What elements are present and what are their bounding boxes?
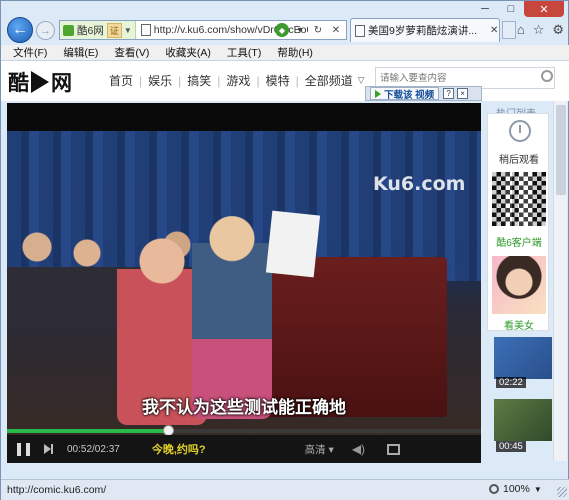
time-display: 00:52/02:37 (67, 443, 120, 455)
status-url: http://comic.ku6.com/ (7, 484, 107, 496)
nav-separator: | (256, 73, 260, 88)
menu-tools[interactable]: 工具(T) (227, 45, 261, 60)
video-paper (265, 210, 321, 278)
menu-edit[interactable]: 编辑(E) (63, 45, 98, 60)
menu-favorites[interactable]: 收藏夹(A) (165, 45, 211, 60)
play-icon (375, 89, 381, 98)
site-logo[interactable]: 酷 网 (8, 67, 72, 97)
chevron-down-icon: ▼ (123, 25, 132, 35)
tab-favicon-icon (355, 24, 365, 37)
zoom-level: 100% (503, 483, 530, 495)
beauty-thumbnail[interactable] (492, 256, 546, 314)
client-download-label[interactable]: 酷6客户端 (488, 234, 550, 249)
scroll-thumb[interactable] (556, 105, 566, 195)
stop-icon[interactable]: ✕ (329, 23, 343, 37)
status-bar: http://comic.ku6.com/ 100% ▼ (1, 479, 569, 500)
volume-icon[interactable]: ◀) (352, 442, 365, 456)
related-video-thumb[interactable] (494, 399, 552, 441)
page-scrollbar[interactable] (553, 101, 567, 461)
address-bar[interactable]: 酷6网 证 ▼ http://v.ku6.com/show/vDr6mcEo0-… (59, 20, 347, 40)
nav-entertainment[interactable]: 娱乐 (148, 72, 172, 89)
chevron-down-icon[interactable]: ▼ (534, 485, 542, 494)
next-button[interactable] (44, 444, 53, 454)
nav-separator: | (139, 73, 143, 88)
clock-icon[interactable] (509, 120, 531, 142)
quality-selector[interactable]: 高清 ▾ (305, 442, 334, 457)
thumb-duration: 02:22 (496, 377, 526, 388)
new-tab-button[interactable] (502, 21, 516, 39)
watch-later-label[interactable]: 稍后观看 (488, 151, 550, 166)
nav-separator: | (295, 73, 299, 88)
download-label: 下载该 视频 (384, 89, 435, 101)
menu-bar: 文件(F) 编辑(E) 查看(V) 收藏夹(A) 工具(T) 帮助(H) (1, 45, 569, 61)
logo-text-left: 酷 (8, 71, 29, 95)
favorites-star-icon[interactable]: ☆ (533, 22, 545, 38)
certificate-badge: 证 (106, 22, 122, 38)
help-icon[interactable]: ? (443, 88, 455, 99)
video-girl (192, 199, 272, 419)
logo-text-right: 网 (51, 71, 72, 95)
nav-games[interactable]: 游戏 (226, 72, 250, 89)
promo-link[interactable]: 今晚,约吗? (152, 441, 206, 457)
pause-button[interactable] (17, 442, 30, 456)
zoom-control[interactable]: 100% ▼ (489, 483, 542, 495)
browser-window: ─ □ ✕ ← → 酷6网 证 ▼ http://v.ku6.com/show/… (0, 0, 569, 500)
related-video-thumb[interactable] (494, 337, 552, 379)
video-subtitle: 我不认为这些测试能正确地 (142, 398, 346, 417)
menu-view[interactable]: 查看(V) (114, 45, 149, 60)
download-video-button[interactable]: 下载该 视频 (370, 87, 440, 101)
refresh-icon[interactable]: ↻ (311, 23, 325, 37)
video-frame[interactable]: Ku6.com 我不认为这些测试能正确地 (7, 131, 481, 457)
zoom-icon (489, 484, 499, 494)
close-icon[interactable]: × (457, 88, 469, 99)
site-chip-label: 酷6网 (77, 24, 104, 37)
logo-play-icon (31, 71, 49, 93)
compatibility-icon[interactable]: ◆ (275, 23, 289, 37)
video-watermark: Ku6.com (373, 173, 466, 195)
back-button[interactable]: ← (7, 17, 33, 43)
chevron-down-icon[interactable]: ▽ (358, 75, 365, 86)
nav-separator: | (217, 73, 221, 88)
thumb-duration: 00:45 (496, 441, 526, 452)
progress-fill (7, 429, 168, 433)
tab-close-icon[interactable]: ✕ (490, 25, 498, 36)
video-player[interactable]: Ku6.com 我不认为这些测试能正确地 00:52/02:37 今晚,约吗? … (7, 103, 481, 463)
address-row: ← → 酷6网 证 ▼ http://v.ku6.com/show/vDr6mc… (1, 15, 569, 45)
progress-bar[interactable] (7, 425, 481, 436)
menu-file[interactable]: 文件(F) (13, 45, 47, 60)
menu-help[interactable]: 帮助(H) (277, 45, 313, 60)
qr-code-icon (492, 172, 546, 226)
nav-home[interactable]: 首页 (109, 72, 133, 89)
side-panel: 稍后观看 酷6客户端 看美女 (487, 113, 550, 332)
site-nav: 首页 | 娱乐 | 搞笑 | 游戏 | 模特 | 全部频道 ▽ (109, 72, 365, 89)
nav-funny[interactable]: 搞笑 (187, 72, 211, 89)
search-icon[interactable] (541, 70, 553, 82)
browser-tools: ⌂ ☆ ⚙ (517, 22, 564, 38)
site-header: 酷 网 首页 | 娱乐 | 搞笑 | 游戏 | 模特 | 全部频道 ▽ (1, 61, 569, 101)
nav-all-channels[interactable]: 全部频道 (305, 72, 353, 89)
site-identity-chip[interactable]: 酷6网 证 ▼ (60, 21, 136, 39)
player-controls: 00:52/02:37 今晚,约吗? 高清 ▾ ◀) (7, 435, 481, 463)
tab-active[interactable]: 美国9岁萝莉酷炫演讲... ✕ (350, 18, 500, 42)
beauty-label[interactable]: 看美女 (488, 317, 550, 332)
forward-button[interactable]: → (36, 21, 55, 40)
nav-models[interactable]: 模特 (266, 72, 290, 89)
address-icons: ◆ ▾ ↻ ✕ (275, 23, 343, 37)
fullscreen-button[interactable] (387, 443, 401, 455)
home-icon[interactable]: ⌂ (517, 22, 525, 38)
page-icon (140, 24, 151, 36)
gear-icon[interactable]: ⚙ (552, 22, 564, 38)
resize-grip[interactable] (557, 487, 567, 497)
download-helper-bar: 下载该 视频 ? × (365, 86, 482, 101)
tab-title: 美国9岁萝莉酷炫演讲... (368, 25, 478, 37)
nav-separator: | (178, 73, 182, 88)
dropdown-icon[interactable]: ▾ (293, 23, 307, 37)
quality-label: 高清 (304, 443, 326, 456)
site-favicon-icon (63, 24, 74, 36)
